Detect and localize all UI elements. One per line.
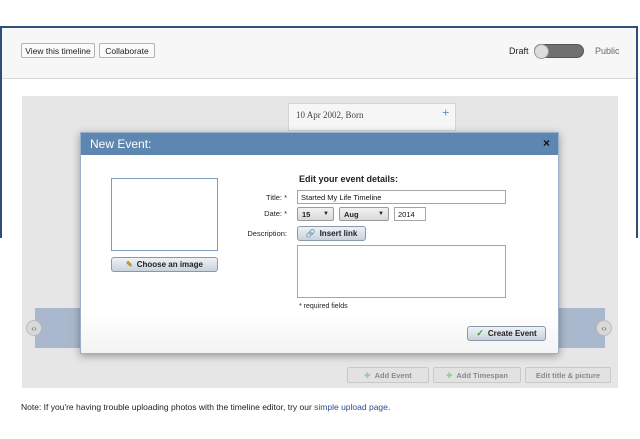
new-event-dialog: New Event: × ✎ Choose an image Edit your… xyxy=(80,132,559,354)
link-icon: 🔗 xyxy=(305,229,316,238)
publish-toggle[interactable] xyxy=(534,44,584,59)
draft-label: Draft xyxy=(509,46,529,56)
edit-title-picture-button[interactable]: Edit title & picture xyxy=(525,367,611,383)
choose-image-label: Choose an image xyxy=(136,260,203,269)
plus-icon: ✚ xyxy=(446,370,453,380)
dialog-body: ✎ Choose an image Edit your event detail… xyxy=(81,155,558,353)
public-label: Public xyxy=(595,46,620,56)
description-textarea[interactable] xyxy=(297,245,506,298)
required-note: * required fields xyxy=(299,303,348,310)
top-bar xyxy=(0,0,640,26)
title-label: Title: * xyxy=(266,193,287,202)
dialog-header: New Event: × xyxy=(81,133,558,155)
image-preview xyxy=(111,178,218,251)
day-select[interactable]: 15 ▼ xyxy=(297,207,334,221)
create-event-label: Create Event xyxy=(487,329,537,338)
toggle-knob[interactable] xyxy=(534,44,549,59)
year-input[interactable]: 2014 xyxy=(394,207,426,221)
upload-note-suffix: . xyxy=(387,402,391,412)
day-value: 15 xyxy=(302,209,311,219)
upload-note: Note: If you're having trouble uploading… xyxy=(21,402,390,412)
event-card-label: 10 Apr 2002, Born xyxy=(296,110,364,120)
add-event-button[interactable]: ✚ Add Event xyxy=(347,367,429,383)
image-edit-icon: ✎ xyxy=(126,260,133,269)
insert-link-label: Insert link xyxy=(319,229,358,238)
plus-icon: ✚ xyxy=(364,370,371,380)
view-timeline-button[interactable]: View this timeline xyxy=(21,43,95,58)
collaborate-button[interactable]: Collaborate xyxy=(99,43,155,58)
event-card[interactable]: 10 Apr 2002, Born + xyxy=(288,103,456,131)
title-input[interactable]: Started My Life Timeline xyxy=(297,190,506,204)
simple-upload-link[interactable]: simple upload page xyxy=(314,402,388,412)
insert-link-button[interactable]: 🔗 Insert link xyxy=(297,226,366,241)
upload-note-text: Note: If you're having trouble uploading… xyxy=(21,402,315,412)
dialog-title: New Event: xyxy=(90,137,152,151)
choose-image-button[interactable]: ✎ Choose an image xyxy=(111,257,218,272)
add-timespan-button[interactable]: ✚ Add Timespan xyxy=(433,367,521,383)
month-value: Aug xyxy=(344,209,359,219)
date-label: Date: * xyxy=(264,209,287,218)
dropdown-arrow-icon: ▼ xyxy=(378,211,384,217)
scroll-left-icon[interactable]: ‹› xyxy=(26,320,42,336)
description-label: Description: xyxy=(247,229,287,238)
add-plus-icon[interactable]: + xyxy=(442,105,449,121)
scroll-right-icon[interactable]: ‹› xyxy=(596,320,612,336)
details-heading: Edit your event details: xyxy=(299,174,399,184)
add-event-label: Add Event xyxy=(374,370,412,380)
month-select[interactable]: Aug ▼ xyxy=(339,207,389,221)
dropdown-arrow-icon: ▼ xyxy=(323,211,329,217)
create-event-button[interactable]: ✓ Create Event xyxy=(467,326,546,341)
add-timespan-label: Add Timespan xyxy=(456,370,508,380)
close-icon[interactable]: × xyxy=(543,136,550,150)
checkmark-icon: ✓ xyxy=(476,328,484,338)
